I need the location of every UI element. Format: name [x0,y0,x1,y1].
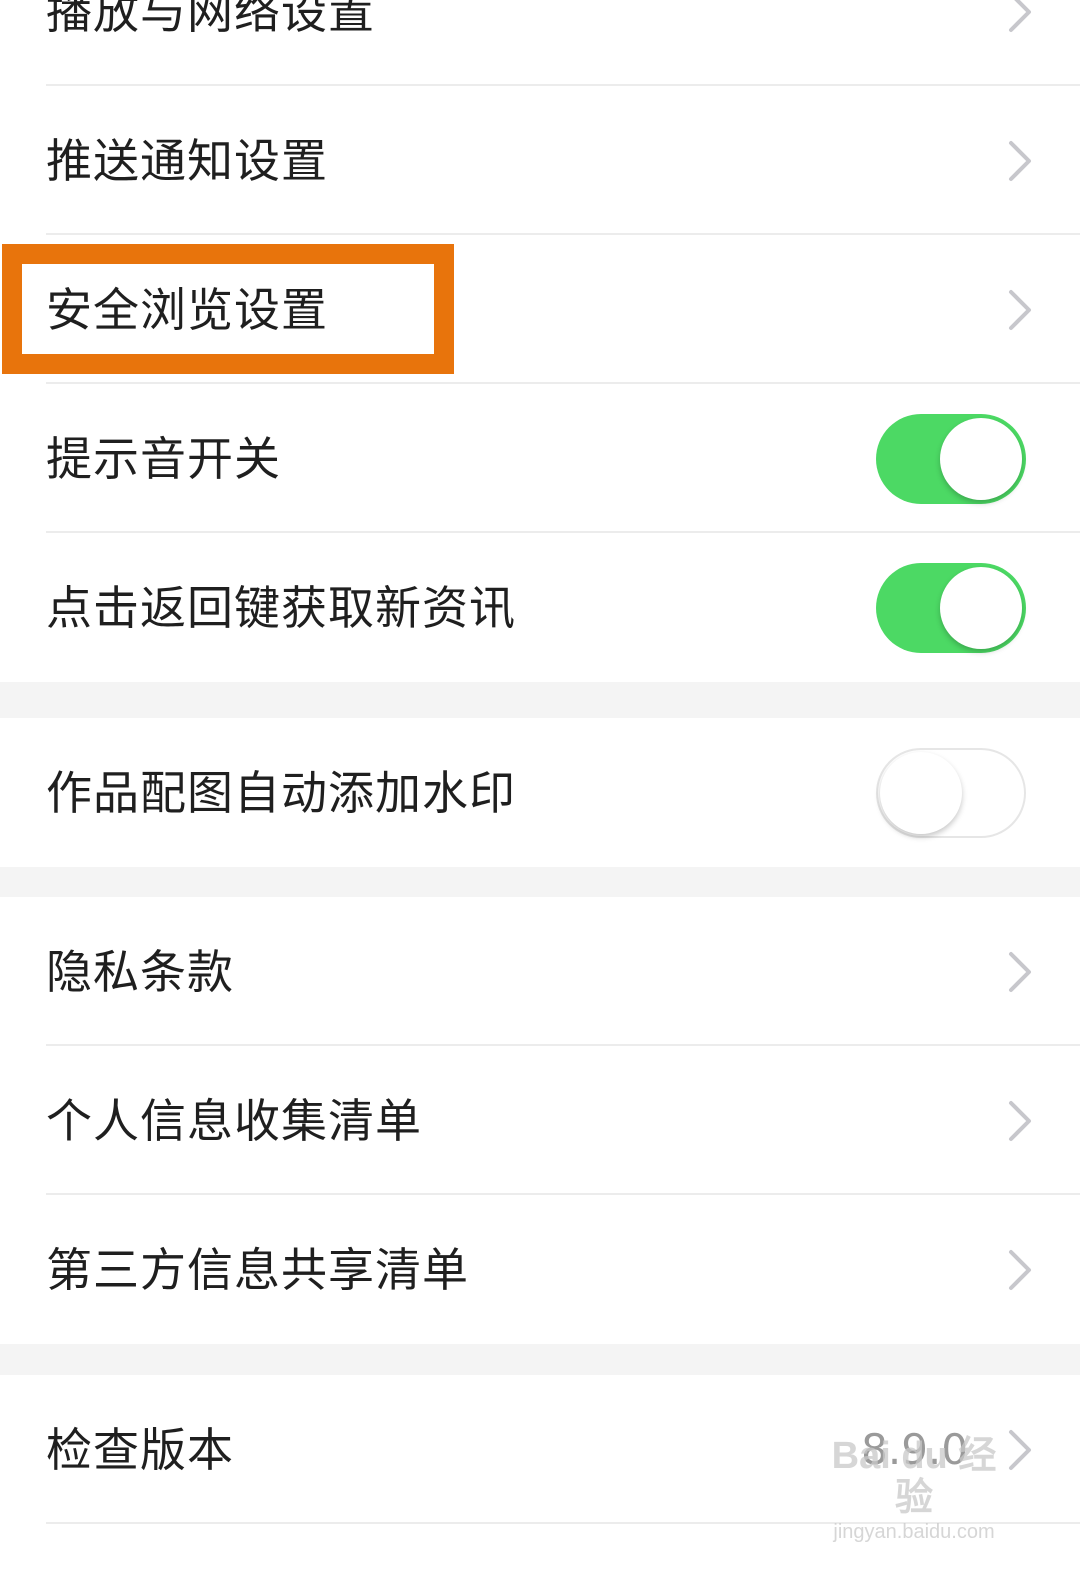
chevron-right-icon [1002,138,1036,184]
settings-row-third-party-sharing[interactable]: 第三方信息共享清单 [0,1195,1080,1344]
chevron-right-icon [1002,287,1036,333]
settings-row-sound-toggle: 提示音开关 [0,384,1080,533]
chevron-right-icon [1002,1247,1036,1293]
settings-row-check-version[interactable]: 检查版本 8.9.0 [0,1375,1080,1524]
settings-row-privacy-terms[interactable]: 隐私条款 [0,897,1080,1046]
settings-row-personal-info-list[interactable]: 个人信息收集清单 [0,1046,1080,1195]
chevron-right-icon [1002,949,1036,995]
settings-group-privacy: 隐私条款 个人信息收集清单 第三方信息共享清单 [0,897,1080,1344]
settings-screen: 播放与网络设置 推送通知设置 安全浏览设置 提示音开关 点击返回键获取新资讯 作… [0,0,1080,1578]
settings-group-general: 播放与网络设置 推送通知设置 安全浏览设置 提示音开关 点击返回键获取新资讯 [0,0,1080,682]
settings-row-next-partial [0,1524,1080,1578]
watermark-toggle-switch[interactable] [876,747,1026,838]
settings-row-label: 隐私条款 [46,944,234,999]
settings-row-push-notification[interactable]: 推送通知设置 [0,86,1080,235]
settings-row-label: 作品配图自动添加水印 [46,765,516,820]
toggle-knob [940,566,1022,649]
settings-row-label: 播放与网络设置 [46,0,375,39]
settings-row-label: 检查版本 [46,1422,234,1477]
settings-row-watermark-toggle: 作品配图自动添加水印 [0,718,1080,867]
settings-group-watermark: 作品配图自动添加水印 [0,718,1080,867]
settings-row-label: 推送通知设置 [46,133,328,188]
settings-row-playback-network[interactable]: 播放与网络设置 [0,0,1080,86]
settings-row-label: 点击返回键获取新资讯 [46,580,516,635]
toggle-knob [880,751,962,834]
settings-row-safe-browsing[interactable]: 安全浏览设置 [0,235,1080,384]
toggle-knob [940,417,1022,500]
version-number: 8.9.0 [861,1424,968,1474]
chevron-right-icon [1002,0,1036,35]
settings-row-label: 安全浏览设置 [46,282,328,337]
settings-row-label: 第三方信息共享清单 [46,1242,469,1297]
settings-group-version: 检查版本 8.9.0 [0,1375,1080,1578]
back-refresh-toggle-switch[interactable] [876,562,1026,653]
chevron-right-icon [1002,1427,1036,1473]
settings-row-label: 个人信息收集清单 [46,1093,422,1148]
settings-row-label: 提示音开关 [46,431,281,486]
sound-toggle-switch[interactable] [876,413,1026,504]
chevron-right-icon [1002,1098,1036,1144]
settings-row-back-refresh-toggle: 点击返回键获取新资讯 [0,533,1080,682]
